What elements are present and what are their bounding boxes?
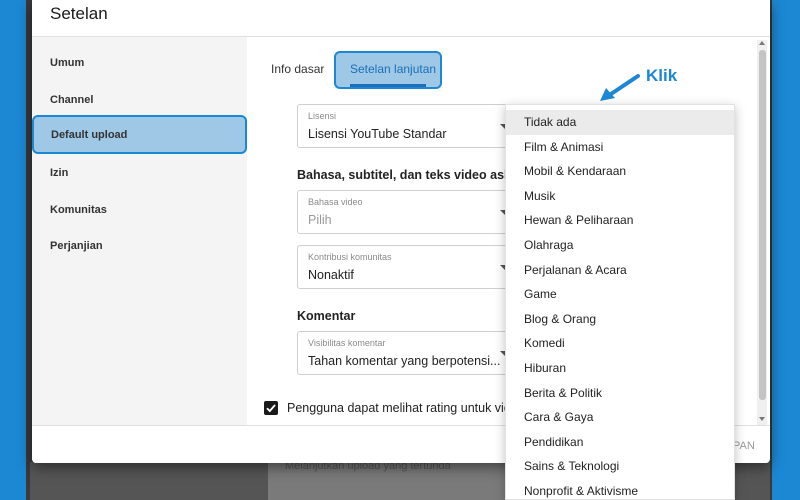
comment-visibility-select[interactable]: Visibilitas komentar Tahan komentar yang… — [297, 331, 525, 375]
video-language-value: Pilih — [308, 213, 332, 227]
scroll-up-icon[interactable] — [759, 41, 765, 45]
annotation-arrow-icon — [600, 74, 640, 101]
category-option[interactable]: Pendidikan — [506, 430, 734, 455]
section-title-language: Bahasa, subtitel, dan teks video asli — [297, 168, 511, 182]
community-contribution-label: Kontribusi komunitas — [308, 252, 392, 262]
category-option[interactable]: Game — [506, 282, 734, 307]
background-right-panel — [770, 0, 800, 500]
category-option[interactable]: Blog & Orang — [506, 307, 734, 332]
license-label: Lisensi — [308, 111, 337, 121]
category-option[interactable]: Olahraga — [506, 233, 734, 258]
tab-setelan-lanjutan-label: Setelan lanjutan — [350, 62, 437, 76]
scroll-thumb[interactable] — [759, 50, 766, 400]
main-scrollbar[interactable] — [757, 40, 767, 425]
sidebar-item-channel[interactable]: Channel — [50, 94, 93, 106]
scroll-down-icon[interactable] — [759, 417, 765, 421]
dialog-title: Setelan — [50, 4, 108, 23]
license-select[interactable]: Lisensi Lisensi YouTube Standar — [297, 104, 525, 148]
rating-checkbox-label: Pengguna dapat melihat rating untuk vide… — [287, 401, 525, 415]
category-dropdown: Tidak ada Film & Animasi Mobil & Kendara… — [505, 104, 735, 500]
category-option[interactable]: Perjalanan & Acara — [506, 258, 734, 283]
tab-active-indicator — [350, 84, 426, 87]
category-option[interactable]: Mobil & Kendaraan — [506, 159, 734, 184]
tab-setelan-lanjutan[interactable]: Setelan lanjutan — [334, 51, 442, 89]
rating-checkbox[interactable] — [264, 401, 278, 415]
section-title-comments: Komentar — [297, 309, 356, 323]
category-option[interactable]: Berita & Politik — [506, 381, 734, 406]
category-option[interactable]: Hiburan — [506, 356, 734, 381]
sidebar-item-default-upload[interactable]: Default upload — [32, 115, 247, 154]
category-option[interactable]: Cara & Gaya — [506, 405, 734, 430]
sidebar-item-komunitas[interactable]: Komunitas — [50, 204, 107, 216]
sidebar-item-izin[interactable]: Izin — [50, 167, 68, 179]
category-option[interactable]: Nonprofit & Aktivisme — [506, 479, 734, 499]
comment-visibility-value: Tahan komentar yang berpotensi... — [308, 354, 501, 368]
category-option[interactable]: Komedi — [506, 331, 734, 356]
settings-sidebar: Umum Channel Default upload Izin Komunit… — [32, 37, 247, 425]
category-option[interactable]: Tidak ada — [506, 110, 734, 135]
comment-visibility-label: Visibilitas komentar — [308, 338, 386, 348]
checkmark-icon — [266, 404, 276, 413]
annotation-label: Klik — [646, 66, 678, 85]
category-option[interactable]: Sains & Teknologi — [506, 454, 734, 479]
tab-info-dasar[interactable]: Info dasar — [271, 62, 324, 76]
sidebar-item-umum[interactable]: Umum — [50, 57, 84, 69]
save-button[interactable]: PAN — [733, 440, 755, 452]
dialog-header: Setelan — [32, 0, 770, 37]
category-option[interactable]: Hewan & Peliharaan — [506, 208, 734, 233]
category-option[interactable]: Musik — [506, 184, 734, 209]
video-language-label: Bahasa video — [308, 197, 363, 207]
community-contribution-select[interactable]: Kontribusi komunitas Nonaktif — [297, 245, 525, 289]
sidebar-item-label: Default upload — [51, 129, 128, 141]
video-language-select[interactable]: Bahasa video Pilih — [297, 190, 525, 234]
community-contribution-value: Nonaktif — [308, 268, 354, 282]
license-value: Lisensi YouTube Standar — [308, 127, 447, 141]
sidebar-item-perjanjian[interactable]: Perjanjian — [50, 240, 103, 252]
category-option[interactable]: Film & Animasi — [506, 135, 734, 160]
